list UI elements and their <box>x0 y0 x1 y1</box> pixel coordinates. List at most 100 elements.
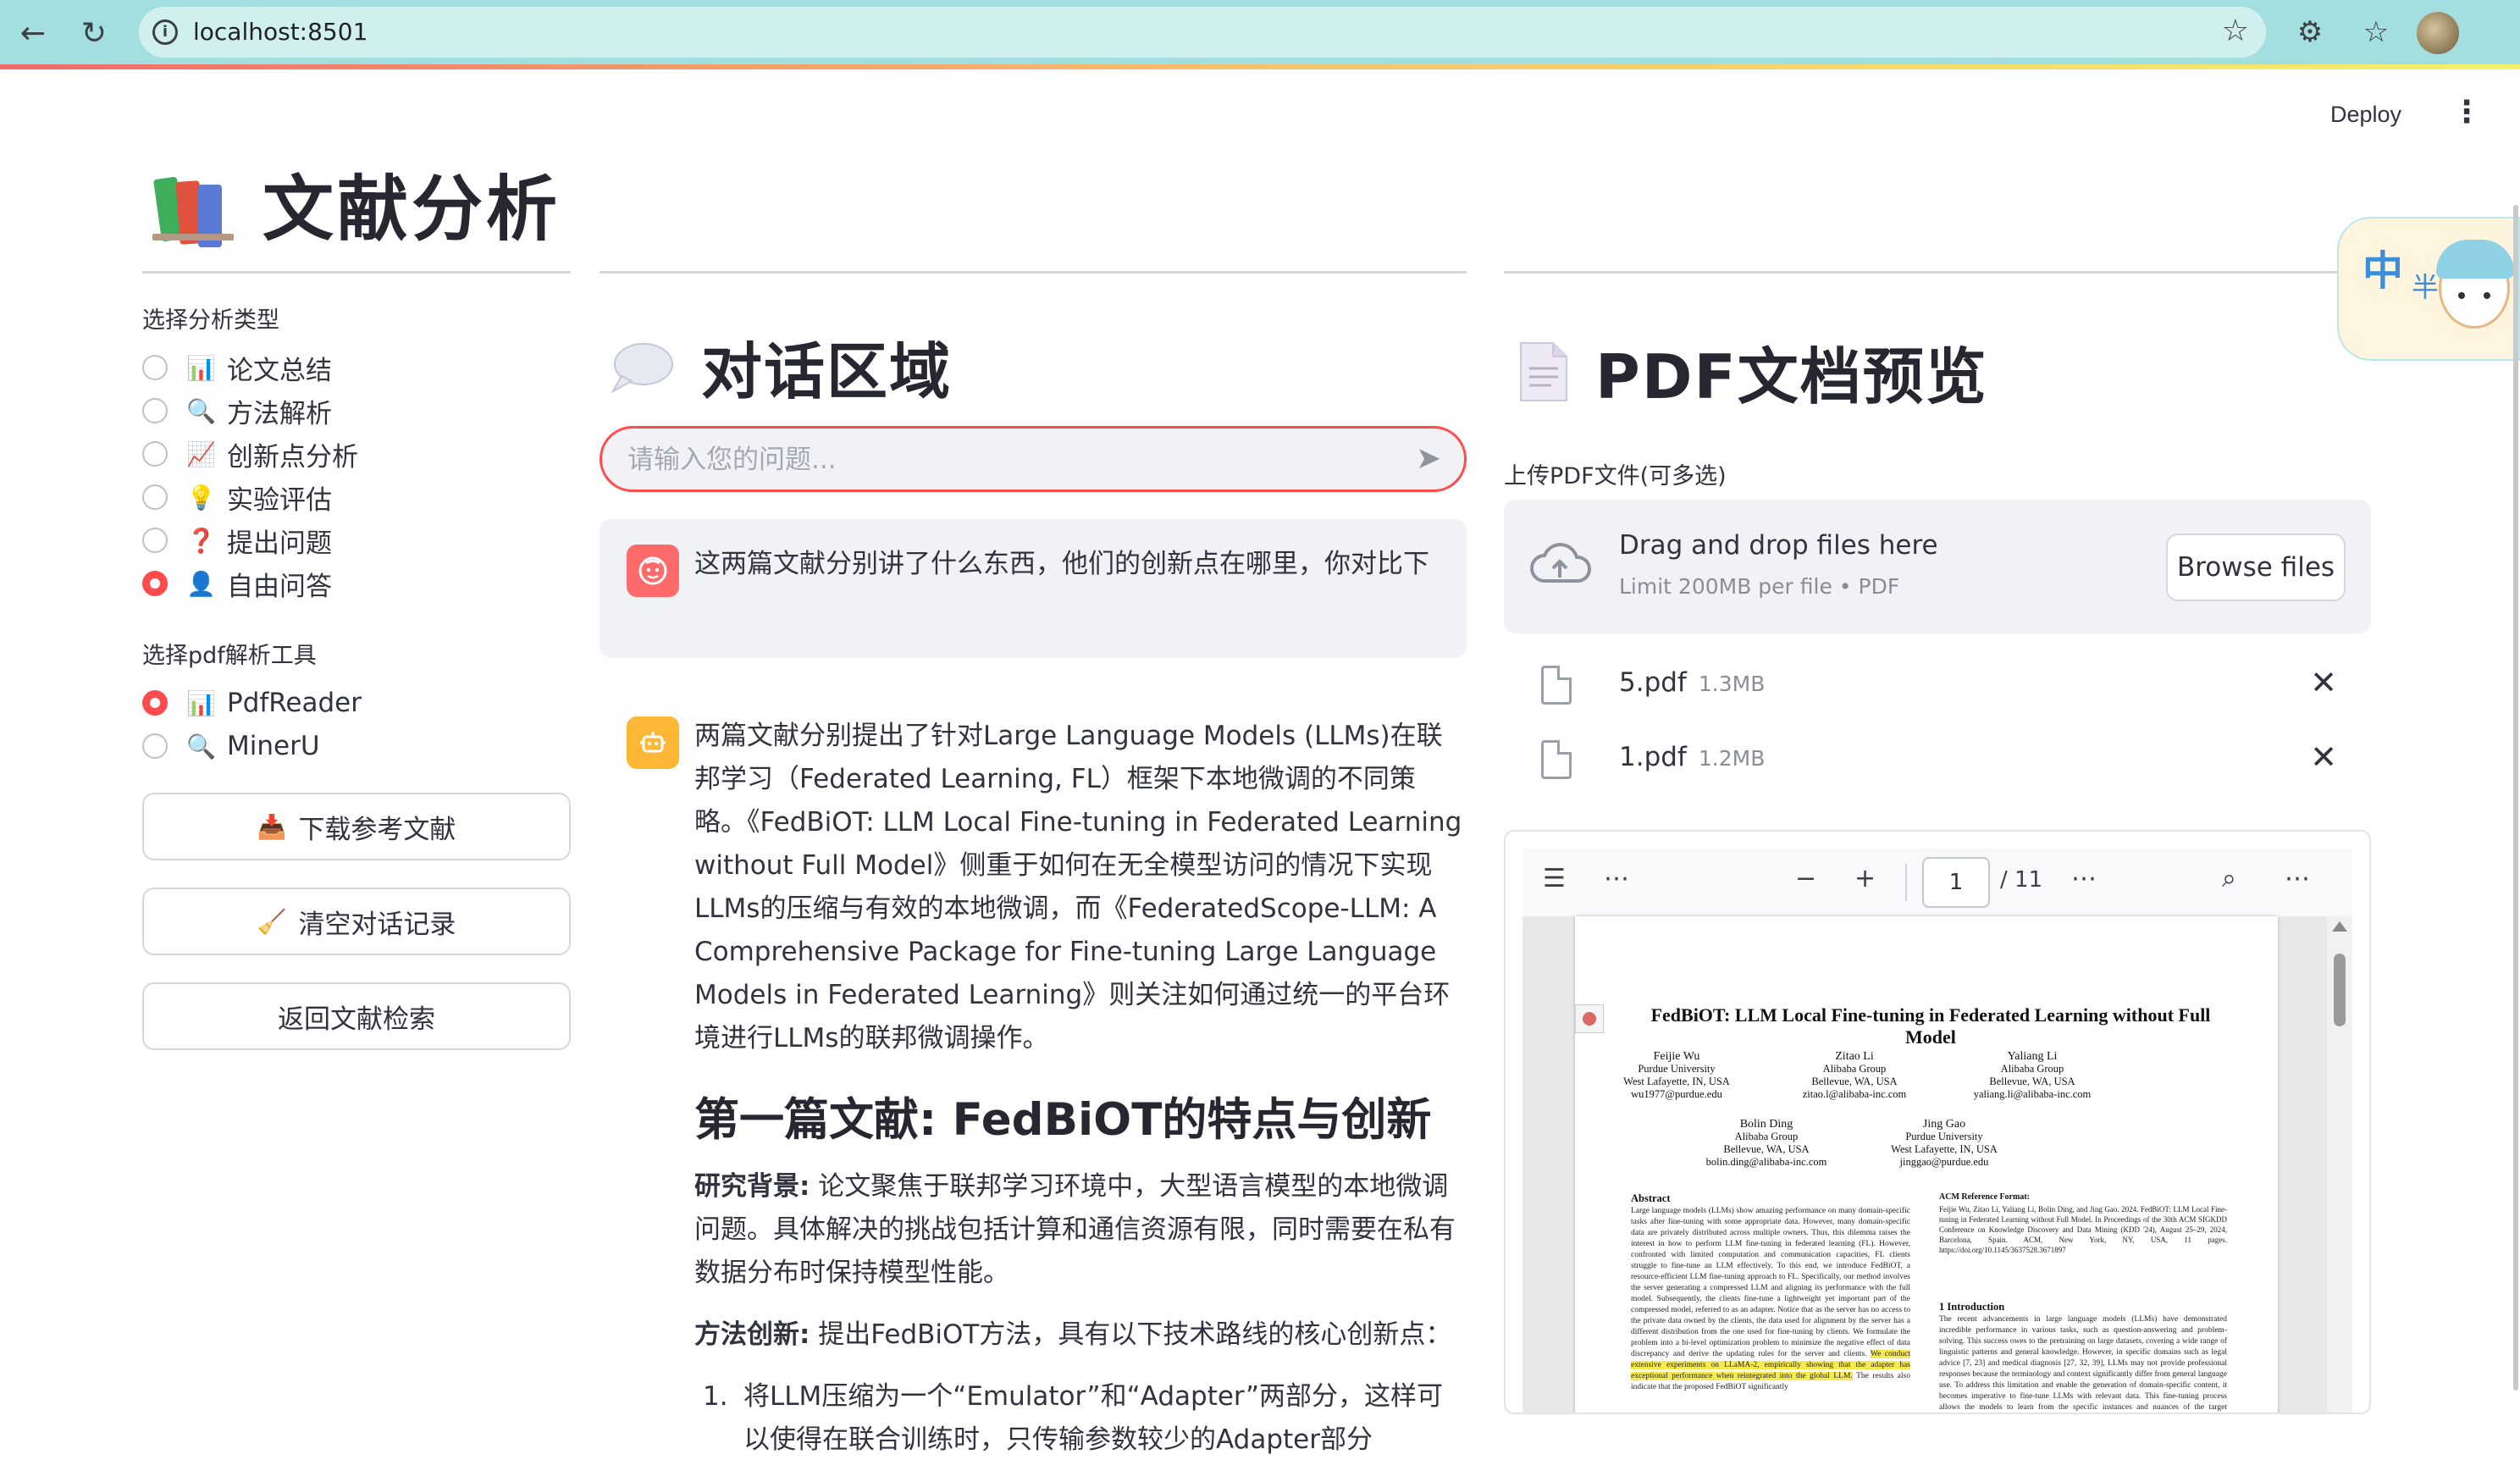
bar-chart-icon: 📊 <box>186 688 216 717</box>
method-label: 方法创新: <box>694 1319 810 1350</box>
magnifier-icon: 🔍 <box>186 396 216 425</box>
back-to-search-label: 返回文献检索 <box>278 1004 435 1035</box>
bookmarks-icon[interactable]: ☆ <box>2352 8 2400 56</box>
title-row: 文献分析 <box>152 152 561 255</box>
dropzone-limit: Limit 200MB per file • PDF <box>1619 574 1900 599</box>
pdf-toolbar: ☰ ⋯ − + 1 / 11 ⋯ ⌕ ⋯ <box>1522 849 2352 916</box>
reload-icon[interactable]: ↻ <box>71 10 117 56</box>
translate-widget[interactable]: 中 半 <box>2337 217 2520 361</box>
acm-badge-icon <box>1575 1004 1604 1033</box>
analysis-type-option[interactable]: 👤 自由问答 <box>142 567 332 602</box>
document-icon <box>1520 341 1567 401</box>
search-icon[interactable]: ⌕ <box>2222 864 2236 893</box>
question-mark-icon: ❓ <box>186 526 216 555</box>
pdf-scrollbar[interactable] <box>2327 916 2352 1413</box>
deploy-button[interactable]: Deploy <box>2330 102 2401 128</box>
bookmark-star-icon[interactable]: ☆ <box>2222 14 2249 48</box>
method-paragraph: 方法创新: 提出FedBiOT方法，具有以下技术路线的核心创新点： <box>694 1313 1463 1357</box>
radio-selected-icon[interactable] <box>142 690 168 716</box>
radio-unselected-icon[interactable] <box>142 355 168 380</box>
radio-unselected-icon[interactable] <box>142 733 168 759</box>
file-icon <box>1541 666 1572 705</box>
send-icon[interactable]: ➤ <box>1410 440 1447 478</box>
uploaded-file-size: 1.3MB <box>1698 672 1766 696</box>
remove-file-icon[interactable]: ✕ <box>2310 664 2337 701</box>
outline-toggle-icon[interactable]: ☰ <box>1543 864 1566 893</box>
radio-unselected-icon[interactable] <box>142 441 168 467</box>
main-menu-icon[interactable]: ⋮ <box>2451 95 2482 130</box>
uploaded-file-row: 5.pdf 1.3MB ✕ <box>1504 652 2371 720</box>
radio-unselected-icon[interactable] <box>142 398 168 423</box>
browse-files-button[interactable]: Browse files <box>2166 534 2346 601</box>
radio-unselected-icon[interactable] <box>142 484 168 510</box>
analysis-type-option[interactable]: 📈 创新点分析 <box>142 437 358 473</box>
back-arrow-icon[interactable]: ← <box>10 10 56 56</box>
parser-tool-option-label: MinerU <box>227 731 320 761</box>
reference-format-text: Feijie Wu, Zitao Li, Yaliang Li, Bolin D… <box>1939 1205 2227 1254</box>
page-scrollbar[interactable] <box>2510 69 2520 1482</box>
page-more-icon[interactable]: ⋯ <box>2071 864 2097 893</box>
clear-chat-button[interactable]: 🧹 清空对话记录 <box>142 888 571 955</box>
remove-file-icon[interactable]: ✕ <box>2310 738 2337 776</box>
list-number: 1. <box>703 1381 728 1412</box>
analysis-type-option-label: 提出问题 <box>227 528 332 559</box>
abstract-text: Large language models (LLMs) show amazin… <box>1631 1207 1910 1391</box>
parser-tool-option[interactable]: 📊 PdfReader <box>142 686 362 720</box>
magnifier-icon: 🔍 <box>186 732 216 760</box>
assistant-intro: 两篇文献分别提出了针对Large Language Models (LLMs)在… <box>694 721 1462 1053</box>
file-dropzone[interactable]: Drag and drop files here Limit 200MB per… <box>1504 500 2371 633</box>
uploaded-file-row: 1.pdf 1.2MB ✕ <box>1504 727 2371 794</box>
uploaded-file-size: 1.2MB <box>1698 746 1766 771</box>
pdf-header-text: PDF文档预览 <box>1595 341 1988 412</box>
address-bar[interactable]: i localhost:8501 ☆ <box>139 7 2266 58</box>
url-text[interactable]: localhost:8501 <box>193 7 368 58</box>
analysis-type-option[interactable]: 🔍 方法解析 <box>142 394 332 429</box>
more-tools-icon[interactable]: ⋯ <box>1604 864 1629 893</box>
reference-format-title: ACM Reference Format: <box>1939 1192 2030 1202</box>
analysis-type-option[interactable]: 📊 论文总结 <box>142 351 332 386</box>
pdf-page: FedBiOT: LLM Local Fine-tuning in Federa… <box>1575 916 2278 1413</box>
method-text: 提出FedBiOT方法，具有以下技术路线的核心创新点： <box>810 1319 1452 1350</box>
zoom-out-icon[interactable]: − <box>1795 864 1816 893</box>
paper-author: Jing Gao Purdue University West Lafayette,… <box>1891 1118 1998 1168</box>
extensions-icon[interactable]: ⚙ <box>2286 8 2334 56</box>
page-number-input[interactable]: 1 <box>1922 857 1990 908</box>
uploaded-file-name: 5.pdf 1.3MB <box>1619 667 1766 698</box>
uploaded-file-name: 1.pdf 1.2MB <box>1619 742 1766 772</box>
pdf-viewer: ☰ ⋯ − + 1 / 11 ⋯ ⌕ ⋯ FedBiOT: LLM Local … <box>1504 830 2371 1414</box>
bar-chart-icon: 📊 <box>186 353 216 382</box>
overflow-menu-icon[interactable]: ⋯ <box>2285 864 2310 893</box>
paper-author: Yaliang Li Alibaba Group Bellevue, WA, USA… <box>1973 1050 2092 1100</box>
analysis-type-option[interactable]: ❓ 提出问题 <box>142 523 332 559</box>
scroll-up-icon[interactable] <box>2332 921 2347 932</box>
pdf-scroll-thumb[interactable] <box>2334 954 2346 1026</box>
analysis-type-option-label: 论文总结 <box>227 355 332 386</box>
widget-char-zhong: 中 <box>2362 247 2404 295</box>
profile-avatar[interactable] <box>2417 12 2459 54</box>
download-references-button[interactable]: 📥 下载参考文献 <box>142 793 571 860</box>
trend-chart-icon: 📈 <box>186 440 216 468</box>
chat-input-box[interactable]: ➤ <box>600 426 1467 492</box>
parser-tool-option[interactable]: 🔍 MinerU <box>142 729 320 763</box>
pdf-header: PDF文档预览 <box>1517 327 1988 416</box>
parser-tool-option-label: PdfReader <box>227 688 362 718</box>
site-info-icon[interactable]: i <box>152 19 178 45</box>
analysis-type-label: 选择分析类型 <box>142 307 279 334</box>
clear-chat-label: 清空对话记录 <box>298 909 456 940</box>
list-item-text: 将LLM压缩为一个“Emulator”和“Adapter”两部分，这样可以使得在… <box>743 1381 1444 1455</box>
background-paragraph: 研究背景: 论文聚焦于联邦学习环境中，大型语言模型的本地微调问题。具体解决的挑战… <box>694 1165 1463 1295</box>
abstract-title: Abstract <box>1631 1192 1671 1204</box>
user-message: 这两篇文献分别讲了什么东西，他们的创新点在哪里，你对比下 <box>600 519 1467 658</box>
chat-header-text: 对话区域 <box>701 336 953 407</box>
user-avatar-icon <box>627 545 679 597</box>
back-to-search-button[interactable]: 返回文献检索 <box>142 982 571 1050</box>
speech-bubble-icon <box>611 342 673 394</box>
zoom-in-icon[interactable]: + <box>1854 864 1876 893</box>
analysis-type-option-label: 方法解析 <box>227 398 332 429</box>
chat-input[interactable] <box>626 439 1388 481</box>
pdf-canvas-area[interactable]: FedBiOT: LLM Local Fine-tuning in Federa… <box>1522 916 2352 1413</box>
page-total: / 11 <box>2000 867 2043 893</box>
radio-selected-icon[interactable] <box>142 571 168 596</box>
analysis-type-option[interactable]: 💡 实验评估 <box>142 480 332 516</box>
radio-unselected-icon[interactable] <box>142 528 168 553</box>
